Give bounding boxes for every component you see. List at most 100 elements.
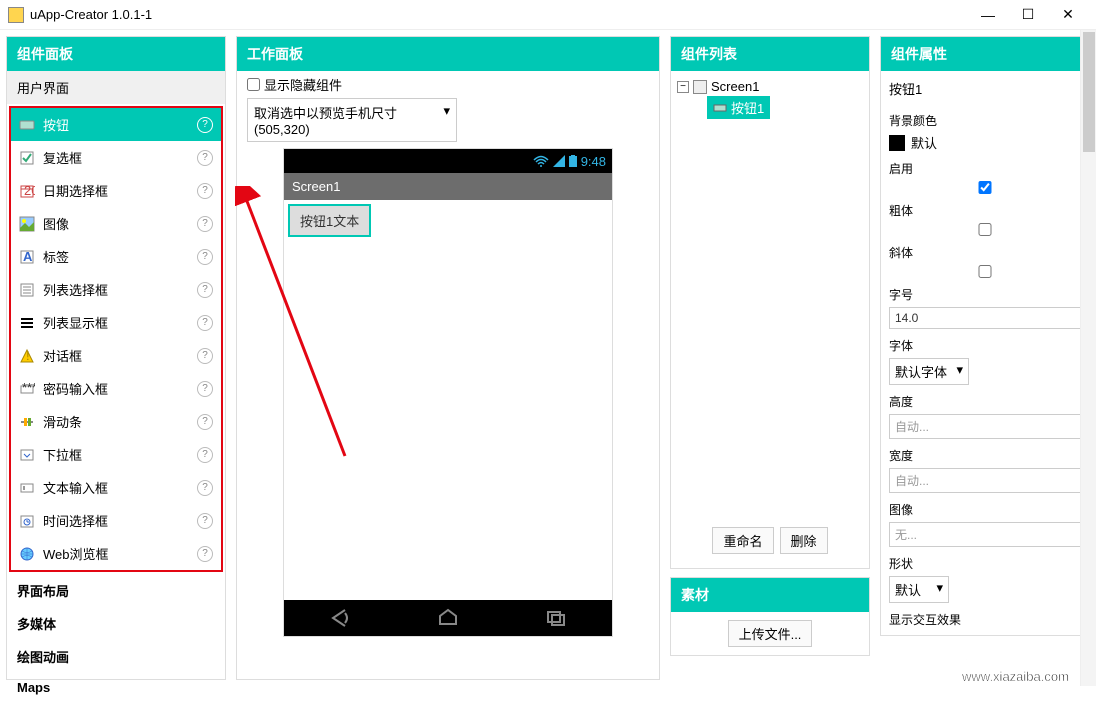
vertical-scrollbar[interactable]	[1080, 30, 1096, 686]
upload-button[interactable]: 上传文件...	[728, 620, 813, 647]
listview-icon	[19, 315, 35, 331]
prop-bgcolor-value[interactable]: 默认	[889, 133, 1081, 152]
tree-child-row[interactable]: 按钮1	[707, 96, 863, 119]
prop-shape-label: 形状	[889, 555, 1081, 572]
work-header: 工作面板	[237, 37, 659, 71]
datepicker-icon: 20	[19, 183, 35, 199]
palette-item-button[interactable]: 按钮 ?	[11, 108, 221, 141]
placed-button-1[interactable]: 按钮1文本	[288, 204, 371, 237]
palette-item-label: 复选框	[43, 148, 189, 167]
prop-image-input[interactable]: 无...	[889, 522, 1081, 547]
palette-item-datepicker[interactable]: 20 日期选择框 ?	[11, 174, 221, 207]
help-icon[interactable]: ?	[197, 381, 213, 397]
prop-bgcolor-label: 背景颜色	[889, 112, 1081, 129]
tree-child-label: 按钮1	[731, 98, 764, 117]
prop-bold-label: 粗体	[889, 202, 1081, 219]
nav-recent-icon[interactable]	[545, 608, 569, 628]
prop-width-input[interactable]: 自动...	[889, 468, 1081, 493]
minimize-button[interactable]: —	[968, 7, 1008, 23]
screen-icon	[693, 80, 707, 94]
prop-shape-select[interactable]: 默认 ▾	[889, 576, 949, 603]
show-hidden-checkbox[interactable]	[247, 78, 260, 91]
palette-item-password[interactable]: *** 密码输入框 ?	[11, 372, 221, 405]
battery-icon	[569, 155, 577, 167]
palette-category-ui[interactable]: 用户界面	[7, 71, 225, 104]
password-icon: ***	[19, 381, 35, 397]
palette-item-label: 密码输入框	[43, 379, 189, 398]
rename-button[interactable]: 重命名	[712, 527, 773, 554]
button-icon	[713, 101, 727, 115]
help-icon[interactable]: ?	[197, 150, 213, 166]
phone-screen-body[interactable]: 按钮1文本	[284, 200, 612, 600]
tree-body: − Screen1 按钮1 重命名 删除	[671, 71, 869, 568]
properties-panel: 组件属性 按钮1 背景颜色 默认 启用 粗体 斜体 字号 14.0 字体 默	[880, 36, 1090, 636]
slider-icon	[19, 414, 35, 430]
help-icon[interactable]: ?	[197, 480, 213, 496]
phone-screen-title: Screen1	[284, 173, 612, 200]
prop-fontsize-input[interactable]: 14.0	[889, 307, 1081, 329]
prop-enable-checkbox[interactable]	[889, 181, 1081, 194]
prop-bgcolor-text: 默认	[911, 133, 937, 152]
prop-font-select[interactable]: 默认字体 ▾	[889, 358, 969, 385]
delete-button[interactable]: 删除	[780, 527, 828, 554]
workspace: 组件面板 用户界面 按钮 ? 复选框 ? 20 日期选择框 ?	[0, 30, 1096, 686]
tree-collapse-icon[interactable]: −	[677, 81, 689, 93]
palette-item-image[interactable]: 图像 ?	[11, 207, 221, 240]
palette-item-checkbox[interactable]: 复选框 ?	[11, 141, 221, 174]
help-icon[interactable]: ?	[197, 315, 213, 331]
phone-preview: 9:48 Screen1 按钮1文本	[283, 148, 613, 637]
palette-item-timepicker[interactable]: 时间选择框 ?	[11, 504, 221, 537]
palette-item-slider[interactable]: 滑动条 ?	[11, 405, 221, 438]
phone-frame: 9:48 Screen1 按钮1文本	[284, 149, 612, 636]
help-icon[interactable]: ?	[197, 249, 213, 265]
scrollbar-thumb[interactable]	[1083, 32, 1095, 152]
palette-item-textbox[interactable]: 文本输入框 ?	[11, 471, 221, 504]
tree-root-row[interactable]: − Screen1	[677, 77, 863, 96]
palette-item-listview[interactable]: 列表显示框 ?	[11, 306, 221, 339]
palette-item-notifier[interactable]: ! 对话框 ?	[11, 339, 221, 372]
dropdown-arrow-icon: ▾	[936, 580, 943, 599]
palette-item-label: 滑动条	[43, 412, 189, 431]
palette-category-layout[interactable]: 界面布局	[7, 574, 225, 607]
nav-home-icon[interactable]	[436, 608, 460, 628]
help-icon[interactable]: ?	[197, 513, 213, 529]
properties-column: 组件属性 按钮1 背景颜色 默认 启用 粗体 斜体 字号 14.0 字体 默	[880, 36, 1090, 680]
assets-body: 上传文件...	[671, 612, 869, 655]
help-icon[interactable]: ?	[197, 414, 213, 430]
palette-category-maps[interactable]: Maps	[7, 673, 225, 702]
webviewer-icon	[19, 546, 35, 562]
prop-italic-checkbox[interactable]	[889, 265, 1081, 278]
prop-bold-checkbox[interactable]	[889, 223, 1081, 236]
prop-height-label: 高度	[889, 393, 1081, 410]
prop-height-input[interactable]: 自动...	[889, 414, 1081, 439]
palette-category-media[interactable]: 多媒体	[7, 607, 225, 640]
help-icon[interactable]: ?	[197, 216, 213, 232]
help-icon[interactable]: ?	[197, 546, 213, 562]
palette-component-list: 按钮 ? 复选框 ? 20 日期选择框 ? 图像 ?	[9, 106, 223, 572]
window-title: uApp-Creator 1.0.1-1	[30, 7, 968, 22]
palette-item-label[interactable]: A 标签 ?	[11, 240, 221, 273]
dropdown-arrow-icon: ▾	[956, 362, 963, 381]
help-icon[interactable]: ?	[197, 447, 213, 463]
nav-back-icon[interactable]	[327, 608, 351, 628]
work-panel: 工作面板 显示隐藏组件 取消选中以预览手机尺寸 (505,320) ▾	[236, 36, 660, 680]
help-icon[interactable]: ?	[197, 183, 213, 199]
help-icon[interactable]: ?	[197, 348, 213, 364]
help-icon[interactable]: ?	[197, 117, 213, 133]
close-button[interactable]: ✕	[1048, 6, 1088, 23]
palette-item-label: 时间选择框	[43, 511, 189, 530]
properties-header: 组件属性	[881, 37, 1089, 71]
maximize-button[interactable]: ☐	[1008, 6, 1048, 23]
textbox-icon	[19, 480, 35, 496]
prop-feedback-label: 显示交互效果	[889, 611, 1081, 628]
palette-item-label: 对话框	[43, 346, 189, 365]
color-swatch-icon	[889, 135, 905, 151]
preview-size-dropdown[interactable]: 取消选中以预览手机尺寸 (505,320) ▾	[247, 98, 457, 142]
palette-item-spinner[interactable]: 下拉框 ?	[11, 438, 221, 471]
palette-item-listpicker[interactable]: 列表选择框 ?	[11, 273, 221, 306]
palette-category-drawing[interactable]: 绘图动画	[7, 640, 225, 673]
palette-item-webviewer[interactable]: Web浏览框 ?	[11, 537, 221, 570]
spinner-icon	[19, 447, 35, 463]
help-icon[interactable]: ?	[197, 282, 213, 298]
prop-image-label: 图像	[889, 501, 1081, 518]
